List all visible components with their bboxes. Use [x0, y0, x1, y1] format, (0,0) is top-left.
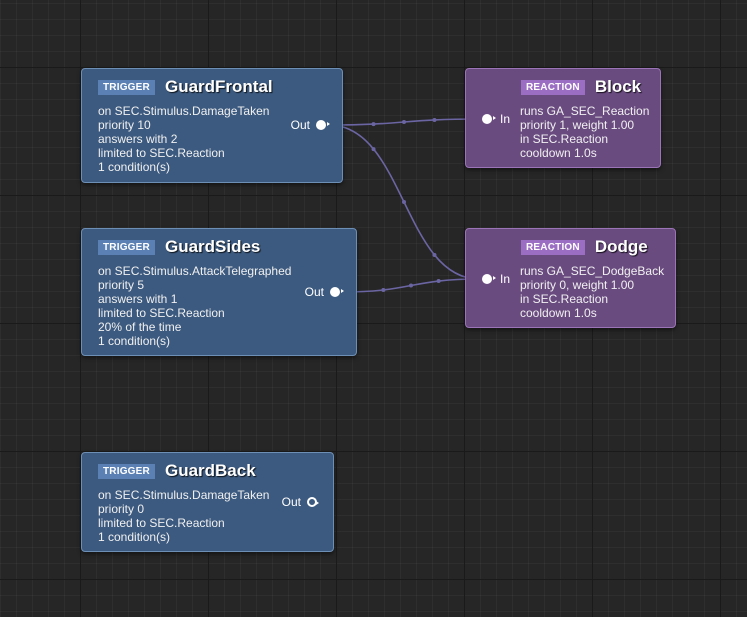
wire-knot	[436, 279, 441, 284]
reaction-node-dodge[interactable]: REACTION Dodge In runs GA_SEC_DodgeBack …	[465, 228, 676, 328]
in-pin[interactable]: In	[482, 272, 510, 286]
node-details: on SEC.Stimulus.AttackTelegraphed priori…	[98, 264, 291, 348]
exec-pin-icon[interactable]	[307, 497, 319, 507]
wire-knot	[409, 283, 413, 288]
node-details: runs GA_SEC_DodgeBack priority 0, weight…	[520, 264, 664, 320]
wire-knot	[402, 200, 406, 204]
wire-guardsides-to-dodge[interactable]	[342, 278, 480, 293]
reaction-node-block[interactable]: REACTION Block In runs GA_SEC_Reaction p…	[465, 68, 661, 168]
node-title: Block	[594, 77, 642, 96]
node-header: TRIGGER GuardSides	[98, 237, 260, 257]
node-title: GuardSides	[164, 237, 261, 256]
detail-line: on SEC.Stimulus.AttackTelegraphed	[98, 264, 292, 278]
detail-line: priority 1, weight 1.00	[520, 118, 635, 132]
detail-line: priority 0	[98, 502, 145, 516]
detail-line: 1 condition(s)	[98, 530, 171, 544]
detail-line: runs GA_SEC_DodgeBack	[520, 264, 665, 278]
exec-pin-icon[interactable]	[482, 114, 496, 124]
detail-line: priority 10	[98, 118, 151, 132]
trigger-tag: TRIGGER	[98, 79, 155, 95]
detail-line: cooldown 1.0s	[520, 306, 597, 320]
node-header: TRIGGER GuardBack	[98, 461, 256, 481]
wire-knot	[432, 252, 437, 257]
in-pin-label: In	[500, 112, 511, 126]
out-pin[interactable]: Out	[281, 495, 319, 509]
wire-knot	[381, 287, 386, 292]
in-pin-label: In	[500, 272, 511, 286]
out-pin-label: Out	[281, 495, 301, 509]
node-details: runs GA_SEC_Reaction priority 1, weight …	[520, 104, 649, 160]
wire-knot	[402, 120, 406, 124]
detail-line: limited to SEC.Reaction	[98, 516, 225, 530]
wire-knot	[432, 117, 437, 122]
in-pin[interactable]: In	[482, 112, 510, 126]
detail-line: 1 condition(s)	[98, 334, 171, 348]
reaction-tag: REACTION	[521, 239, 585, 255]
node-details: on SEC.Stimulus.DamageTaken priority 0 l…	[98, 488, 269, 544]
node-title: Dodge	[594, 237, 648, 256]
detail-line: on SEC.Stimulus.DamageTaken	[98, 488, 270, 502]
node-header: TRIGGER GuardFrontal	[98, 77, 273, 97]
node-details: on SEC.Stimulus.DamageTaken priority 10 …	[98, 104, 269, 174]
detail-line: limited to SEC.Reaction	[98, 306, 225, 320]
out-pin-label: Out	[304, 285, 324, 299]
graph-canvas[interactable]: TRIGGER GuardFrontal on SEC.Stimulus.Dam…	[0, 0, 747, 617]
trigger-tag: TRIGGER	[98, 239, 155, 255]
exec-pin-icon[interactable]	[330, 287, 344, 297]
exec-pin-icon[interactable]	[316, 120, 330, 130]
detail-line: on SEC.Stimulus.DamageTaken	[98, 104, 270, 118]
detail-line: in SEC.Reaction	[520, 132, 609, 146]
out-pin[interactable]: Out	[290, 118, 330, 132]
wire-knot	[371, 122, 376, 127]
detail-line: answers with 1	[98, 292, 178, 306]
detail-line: 1 condition(s)	[98, 160, 171, 174]
trigger-node-guardback[interactable]: TRIGGER GuardBack on SEC.Stimulus.Damage…	[81, 452, 334, 552]
node-header: REACTION Block	[521, 77, 641, 97]
wire-knot	[371, 147, 376, 152]
out-pin-label: Out	[290, 118, 310, 132]
node-title: GuardBack	[164, 461, 256, 480]
exec-pin-icon[interactable]	[482, 274, 496, 284]
detail-line: runs GA_SEC_Reaction	[520, 104, 650, 118]
trigger-tag: TRIGGER	[98, 463, 155, 479]
out-pin[interactable]: Out	[304, 285, 344, 299]
detail-line: priority 0, weight 1.00	[520, 278, 635, 292]
detail-line: answers with 2	[98, 132, 178, 146]
reaction-tag: REACTION	[521, 79, 585, 95]
detail-line: in SEC.Reaction	[520, 292, 609, 306]
detail-line: priority 5	[98, 278, 145, 292]
trigger-node-guardsides[interactable]: TRIGGER GuardSides on SEC.Stimulus.Attac…	[81, 228, 357, 356]
node-header: REACTION Dodge	[521, 237, 648, 257]
node-title: GuardFrontal	[164, 77, 273, 96]
detail-line: limited to SEC.Reaction	[98, 146, 225, 160]
detail-line: cooldown 1.0s	[520, 146, 597, 160]
detail-line: 20% of the time	[98, 320, 182, 334]
trigger-node-guardfrontal[interactable]: TRIGGER GuardFrontal on SEC.Stimulus.Dam…	[81, 68, 343, 183]
wire-guardfrontal-to-block[interactable]	[328, 118, 480, 126]
